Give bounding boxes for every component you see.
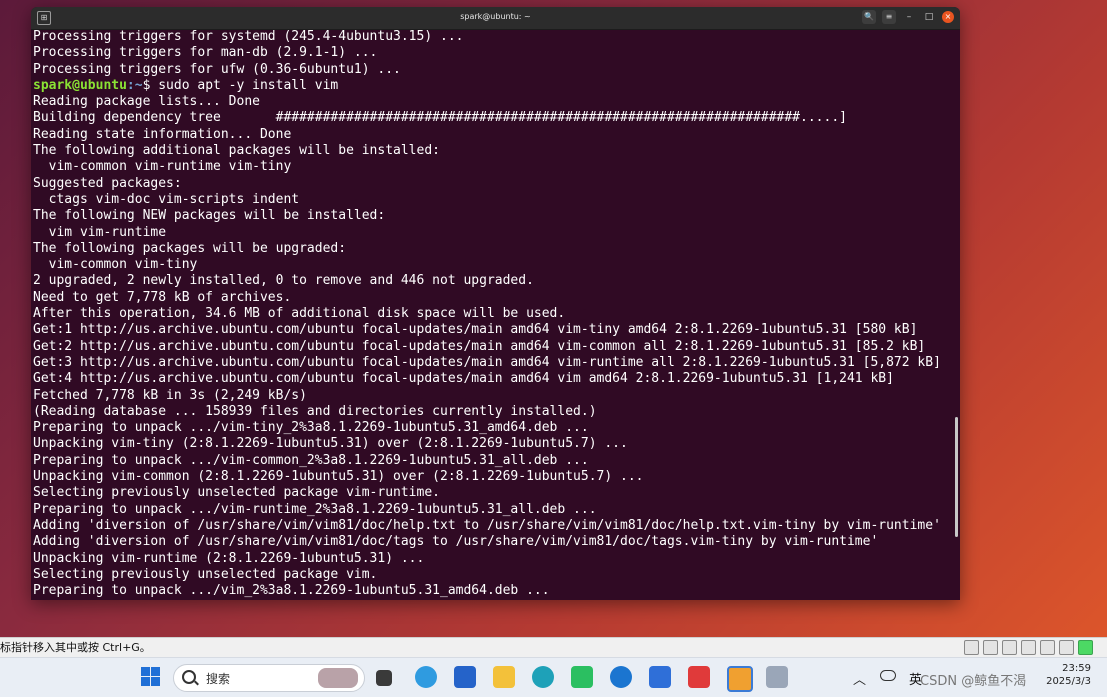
terminal-line: Preparing to unpack .../vim-common_2%3a8… xyxy=(33,452,589,468)
terminal-line: Reading state information... Done xyxy=(33,126,292,142)
terminal-line: Processing triggers for ufw (0.36-6ubunt… xyxy=(33,61,401,77)
cd-icon[interactable] xyxy=(983,640,998,655)
taskbar-search[interactable]: 搜索 xyxy=(173,664,365,692)
terminal-line: Get:2 http://us.archive.ubuntu.com/ubunt… xyxy=(33,338,926,354)
clock-date: 2025/3/3 xyxy=(1046,676,1091,687)
terminal-prompt-line: spark@ubuntu:~$ sudo apt -y install vim xyxy=(33,78,952,94)
terminal-window[interactable]: ⊞ spark@ubuntu: ~ 🔍 ≡ – □ × Processing t… xyxy=(31,7,960,600)
chat-icon[interactable] xyxy=(571,666,593,688)
terminal-line: Adding 'diversion of /usr/share/vim/vim8… xyxy=(33,534,879,550)
maximize-icon[interactable]: □ xyxy=(922,10,936,24)
terminal-line: Suggested packages: xyxy=(33,175,182,191)
task-view-icon[interactable] xyxy=(376,670,392,686)
terminal-line: Unpacking vim-tiny (2:8.1.2269-1ubuntu5.… xyxy=(33,436,628,452)
search-highlight-image xyxy=(318,668,358,688)
terminal-titlebar[interactable]: ⊞ spark@ubuntu: ~ 🔍 ≡ – □ × xyxy=(31,7,960,30)
cloud-icon[interactable] xyxy=(880,670,896,681)
edge-icon[interactable] xyxy=(415,666,437,688)
message-icon[interactable] xyxy=(1078,640,1093,655)
terminal-line: Adding 'diversion of /usr/share/vim/vim8… xyxy=(33,517,941,533)
terminal-line: After this operation, 34.6 MB of additio… xyxy=(33,306,566,322)
terminal-line: Preparing to unpack .../vim_2%3a8.1.2269… xyxy=(33,583,550,599)
wps-icon[interactable] xyxy=(688,666,710,688)
close-icon[interactable]: × xyxy=(942,11,954,23)
terminal-line: Building dependency tree ###############… xyxy=(33,110,847,126)
terminal-line: 2 upgraded, 2 newly installed, 0 to remo… xyxy=(33,273,534,289)
window-title: spark@ubuntu: ~ xyxy=(460,12,531,21)
clock-time: 23:59 xyxy=(1062,663,1091,674)
terminal-line: Unpacking vim-runtime (2:8.1.2269-1ubunt… xyxy=(33,550,425,566)
bookmark-app-icon[interactable] xyxy=(649,666,671,688)
terminal-line: Selecting previously unselected package … xyxy=(33,485,440,501)
terminal-line: Need to get 7,778 kB of archives. xyxy=(33,289,292,305)
terminal-line: ctags vim-doc vim-scripts indent xyxy=(33,191,300,207)
terminal-line: Preparing to unpack .../vim-tiny_2%3a8.1… xyxy=(33,420,589,436)
terminal-line: Reading package lists... Done xyxy=(33,94,260,110)
terminal-line: The following NEW packages will be insta… xyxy=(33,208,386,224)
terminal-line: Get:1 http://us.archive.ubuntu.com/ubunt… xyxy=(33,322,918,338)
taskbar: 搜索 ︿ 英 CSDN @鲸鱼不渴 23:59 2025/3/3 xyxy=(0,657,1107,697)
terminal-line: Processing triggers for man-db (2.9.1-1)… xyxy=(33,45,378,61)
terminal-line: The following packages will be upgraded: xyxy=(33,240,347,256)
terminal-line: Get:3 http://us.archive.ubuntu.com/ubunt… xyxy=(33,354,941,370)
watermark-text: CSDN @鲸鱼不渴 xyxy=(920,674,1027,689)
windows-start-icon[interactable] xyxy=(140,666,162,688)
display-icon[interactable] xyxy=(1059,640,1074,655)
minimize-icon[interactable]: – xyxy=(902,10,916,24)
network-icon[interactable] xyxy=(1002,640,1017,655)
prompt-command: $ sudo apt -y install vim xyxy=(142,77,339,93)
terminal-line: Selecting previously unselected package … xyxy=(33,566,378,582)
terminal-line: Processing triggers for systemd (245.4-4… xyxy=(33,29,464,44)
usb-icon[interactable] xyxy=(766,666,788,688)
terminal-line: Get:4 http://us.archive.ubuntu.com/ubunt… xyxy=(33,371,894,387)
terminal-line: vim-common vim-tiny xyxy=(33,257,198,273)
store-icon[interactable] xyxy=(454,666,476,688)
vm-status-hint: 标指针移入其中或按 Ctrl+G。 xyxy=(0,641,151,654)
tray-expand-icon[interactable]: ︿ xyxy=(853,669,866,688)
taskbar-clock[interactable]: 23:59 2025/3/3 xyxy=(1046,662,1091,688)
terminal-line: (Reading database ... 158939 files and d… xyxy=(33,403,597,419)
edge-dev-icon[interactable] xyxy=(532,666,554,688)
terminal-line: vim vim-runtime xyxy=(33,224,167,240)
terminal-line: Fetched 7,778 kB in 3s (2,249 kB/s) xyxy=(33,387,307,403)
app-icon[interactable] xyxy=(610,666,632,688)
search-placeholder: 搜索 xyxy=(206,672,231,686)
prompt-user: spark@ubuntu xyxy=(33,77,127,93)
printer-icon[interactable] xyxy=(1021,640,1036,655)
sound-icon[interactable] xyxy=(1040,640,1055,655)
terminal-line: The following additional packages will b… xyxy=(33,143,440,159)
terminal-line: vim-common vim-runtime vim-tiny xyxy=(33,159,292,175)
terminal-line: Unpacking vim-common (2:8.1.2269-1ubuntu… xyxy=(33,469,644,485)
vmware-icon[interactable] xyxy=(727,666,753,692)
search-icon[interactable]: 🔍 xyxy=(862,10,876,24)
menu-icon[interactable]: ≡ xyxy=(882,10,896,24)
search-icon xyxy=(182,670,196,684)
terminal-line: Preparing to unpack .../vim-runtime_2%3a… xyxy=(33,501,597,517)
folder-icon[interactable] xyxy=(493,666,515,688)
terminal-output[interactable]: Processing triggers for systemd (245.4-4… xyxy=(33,29,952,600)
prompt-path: :~ xyxy=(126,77,143,93)
hdd-icon[interactable] xyxy=(964,640,979,655)
vm-status-bar: 标指针移入其中或按 Ctrl+G。 xyxy=(0,637,1107,657)
terminal-scrollbar[interactable] xyxy=(955,417,958,537)
